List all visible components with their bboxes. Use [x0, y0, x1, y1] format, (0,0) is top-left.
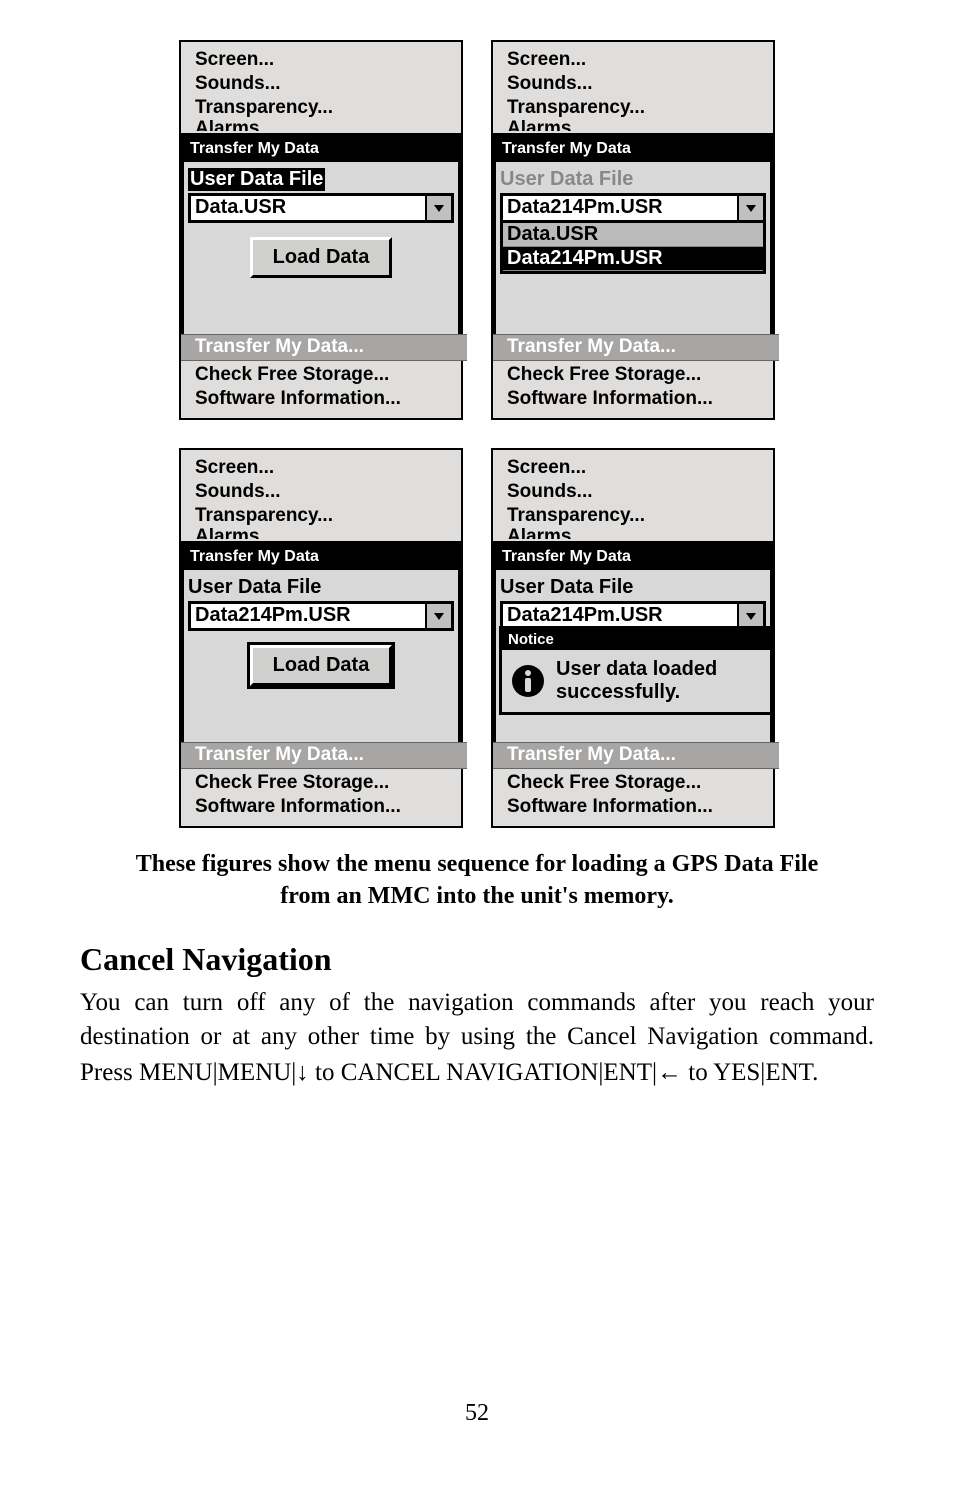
page-number: 52	[80, 1400, 874, 1427]
menu-item-selected: Transfer My Data...	[493, 334, 779, 361]
menu-item: Screen...	[507, 456, 769, 480]
kbd-ent: ENT	[603, 1059, 652, 1086]
screenshot-panel-1: Screen... Sounds... Transparency... Alar…	[179, 40, 463, 420]
menu-top: Screen... Sounds... Transparency... Alar…	[493, 450, 773, 541]
menu-item: Transparency...	[507, 504, 769, 528]
user-data-file-combo[interactable]: Data.USR	[188, 193, 454, 223]
menu-top: Screen... Sounds... Transparency... Alar…	[181, 42, 461, 133]
chevron-down-icon[interactable]	[737, 604, 763, 628]
section-heading: Cancel Navigation	[80, 941, 874, 978]
kbd-menu2: MENU	[218, 1059, 292, 1086]
menu-item-clipped: Alarms	[195, 119, 457, 131]
kbd-yes: YES	[713, 1059, 760, 1086]
field-label: User Data File	[500, 576, 766, 599]
popup-title: Transfer My Data	[184, 136, 458, 162]
popup-title: Transfer My Data	[496, 136, 770, 162]
kbd-ent2: ENT	[765, 1059, 812, 1086]
combo-dropdown[interactable]: Data.USR Data214Pm.USR	[500, 223, 766, 274]
menu-item: Sounds...	[195, 480, 457, 504]
menu-item-clipped: Alarms	[507, 527, 769, 539]
chevron-down-icon[interactable]	[737, 196, 763, 220]
combo-value: Data214Pm.USR	[191, 604, 425, 628]
popup-transfer: Transfer My Data User Data File Data214P…	[493, 541, 773, 742]
menu-top: Screen... Sounds... Transparency... Alar…	[493, 42, 773, 133]
popup-title: Transfer My Data	[184, 544, 458, 570]
menu-item: Sounds...	[507, 480, 769, 504]
screenshot-panel-2: Screen... Sounds... Transparency... Alar…	[491, 40, 775, 420]
popup-title: Transfer My Data	[496, 544, 770, 570]
menu-item: Check Free Storage...	[507, 771, 765, 796]
menu-bottom: Transfer My Data... Check Free Storage..…	[181, 334, 461, 418]
user-data-file-combo[interactable]: Data214Pm.USR	[500, 193, 766, 223]
menu-item-clipped: Alarms	[507, 119, 769, 131]
chevron-down-icon[interactable]	[425, 604, 451, 628]
screenshot-panel-4: Screen... Sounds... Transparency... Alar…	[491, 448, 775, 828]
popup-transfer: Transfer My Data User Data File Data214P…	[493, 133, 773, 334]
figure-caption: These figures show the menu sequence for…	[110, 848, 844, 913]
menu-item: Sounds...	[507, 72, 769, 96]
load-data-button[interactable]: Load Data	[250, 237, 393, 278]
menu-item: Sounds...	[195, 72, 457, 96]
notice-dialog: Notice User data loaded successfully.	[499, 626, 773, 715]
menu-item-selected: Transfer My Data...	[493, 742, 779, 769]
popup-transfer: Transfer My Data User Data File Data.USR…	[181, 133, 461, 334]
user-data-file-combo[interactable]: Data214Pm.USR	[188, 601, 454, 631]
menu-item: Screen...	[195, 48, 457, 72]
menu-bottom: Transfer My Data... Check Free Storage..…	[493, 742, 773, 826]
field-label: User Data File	[188, 168, 325, 191]
menu-item: Software Information...	[507, 795, 765, 820]
menu-item: Transparency...	[507, 96, 769, 120]
screenshot-panel-3: Screen... Sounds... Transparency... Alar…	[179, 448, 463, 828]
down-arrow-icon: ↓	[296, 1058, 309, 1086]
field-label: User Data File	[188, 576, 454, 599]
menu-item-selected: Transfer My Data...	[181, 742, 467, 769]
kbd-menu: MENU	[139, 1059, 213, 1086]
menu-item: Software Information...	[195, 795, 453, 820]
figure-row-1: Screen... Sounds... Transparency... Alar…	[179, 40, 775, 420]
menu-top: Screen... Sounds... Transparency... Alar…	[181, 450, 461, 541]
field-label: User Data File	[500, 168, 766, 191]
combo-value: Data214Pm.USR	[503, 196, 737, 220]
menu-item: Software Information...	[195, 387, 453, 412]
dropdown-option[interactable]: Data.USR	[503, 223, 763, 247]
popup-transfer: Transfer My Data User Data File Data214P…	[181, 541, 461, 742]
kbd-cancel-nav: CANCEL NAVIGATION	[341, 1059, 599, 1086]
notice-text: User data loaded successfully.	[556, 658, 717, 704]
left-arrow-icon: ←	[657, 1058, 682, 1086]
menu-item: Check Free Storage...	[507, 363, 765, 388]
menu-bottom: Transfer My Data... Check Free Storage..…	[493, 334, 773, 418]
figure-area: Screen... Sounds... Transparency... Alar…	[80, 40, 874, 828]
body-paragraph: You can turn off any of the navigation c…	[80, 986, 874, 1091]
info-icon	[510, 663, 546, 699]
menu-item: Transparency...	[195, 504, 457, 528]
menu-item-clipped: Alarms	[195, 527, 457, 539]
combo-value: Data214Pm.USR	[503, 604, 737, 628]
menu-item: Check Free Storage...	[195, 771, 453, 796]
menu-item: Check Free Storage...	[195, 363, 453, 388]
menu-item-selected: Transfer My Data...	[181, 334, 467, 361]
menu-item: Transparency...	[195, 96, 457, 120]
menu-item: Software Information...	[507, 387, 765, 412]
notice-title: Notice	[502, 629, 770, 650]
chevron-down-icon[interactable]	[425, 196, 451, 220]
figure-row-2: Screen... Sounds... Transparency... Alar…	[179, 448, 775, 828]
menu-item: Screen...	[507, 48, 769, 72]
load-data-button[interactable]: Load Data	[250, 645, 393, 686]
menu-item: Screen...	[195, 456, 457, 480]
combo-value: Data.USR	[191, 196, 425, 220]
dropdown-option-selected[interactable]: Data214Pm.USR	[503, 247, 763, 271]
menu-bottom: Transfer My Data... Check Free Storage..…	[181, 742, 461, 826]
